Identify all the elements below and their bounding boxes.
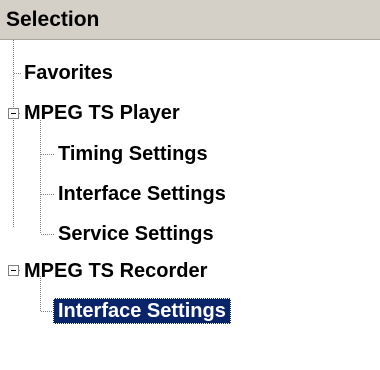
expand-collapse-toggle-recorder[interactable] bbox=[8, 265, 19, 276]
tree-item-timing-settings[interactable]: Timing Settings bbox=[58, 141, 208, 167]
tree-item-favorites[interactable]: Favorites bbox=[24, 60, 113, 86]
tree-item-mpeg-ts-player[interactable]: MPEG TS Player bbox=[24, 100, 180, 126]
tree-item-service-settings[interactable]: Service Settings bbox=[58, 221, 214, 247]
tree-item-interface-settings[interactable]: Interface Settings bbox=[58, 181, 226, 207]
expand-collapse-toggle-player[interactable] bbox=[8, 108, 19, 119]
selection-panel: Selection Favorites MPEG TS Player Timin… bbox=[0, 0, 380, 370]
panel-title: Selection bbox=[6, 8, 100, 31]
tree-item-recorder-interface-settings[interactable]: Interface Settings bbox=[53, 298, 231, 324]
settings-tree: Favorites MPEG TS Player Timing Settings… bbox=[0, 40, 380, 370]
tree-item-mpeg-ts-recorder[interactable]: MPEG TS Recorder bbox=[24, 258, 207, 284]
panel-header: Selection bbox=[0, 0, 380, 40]
